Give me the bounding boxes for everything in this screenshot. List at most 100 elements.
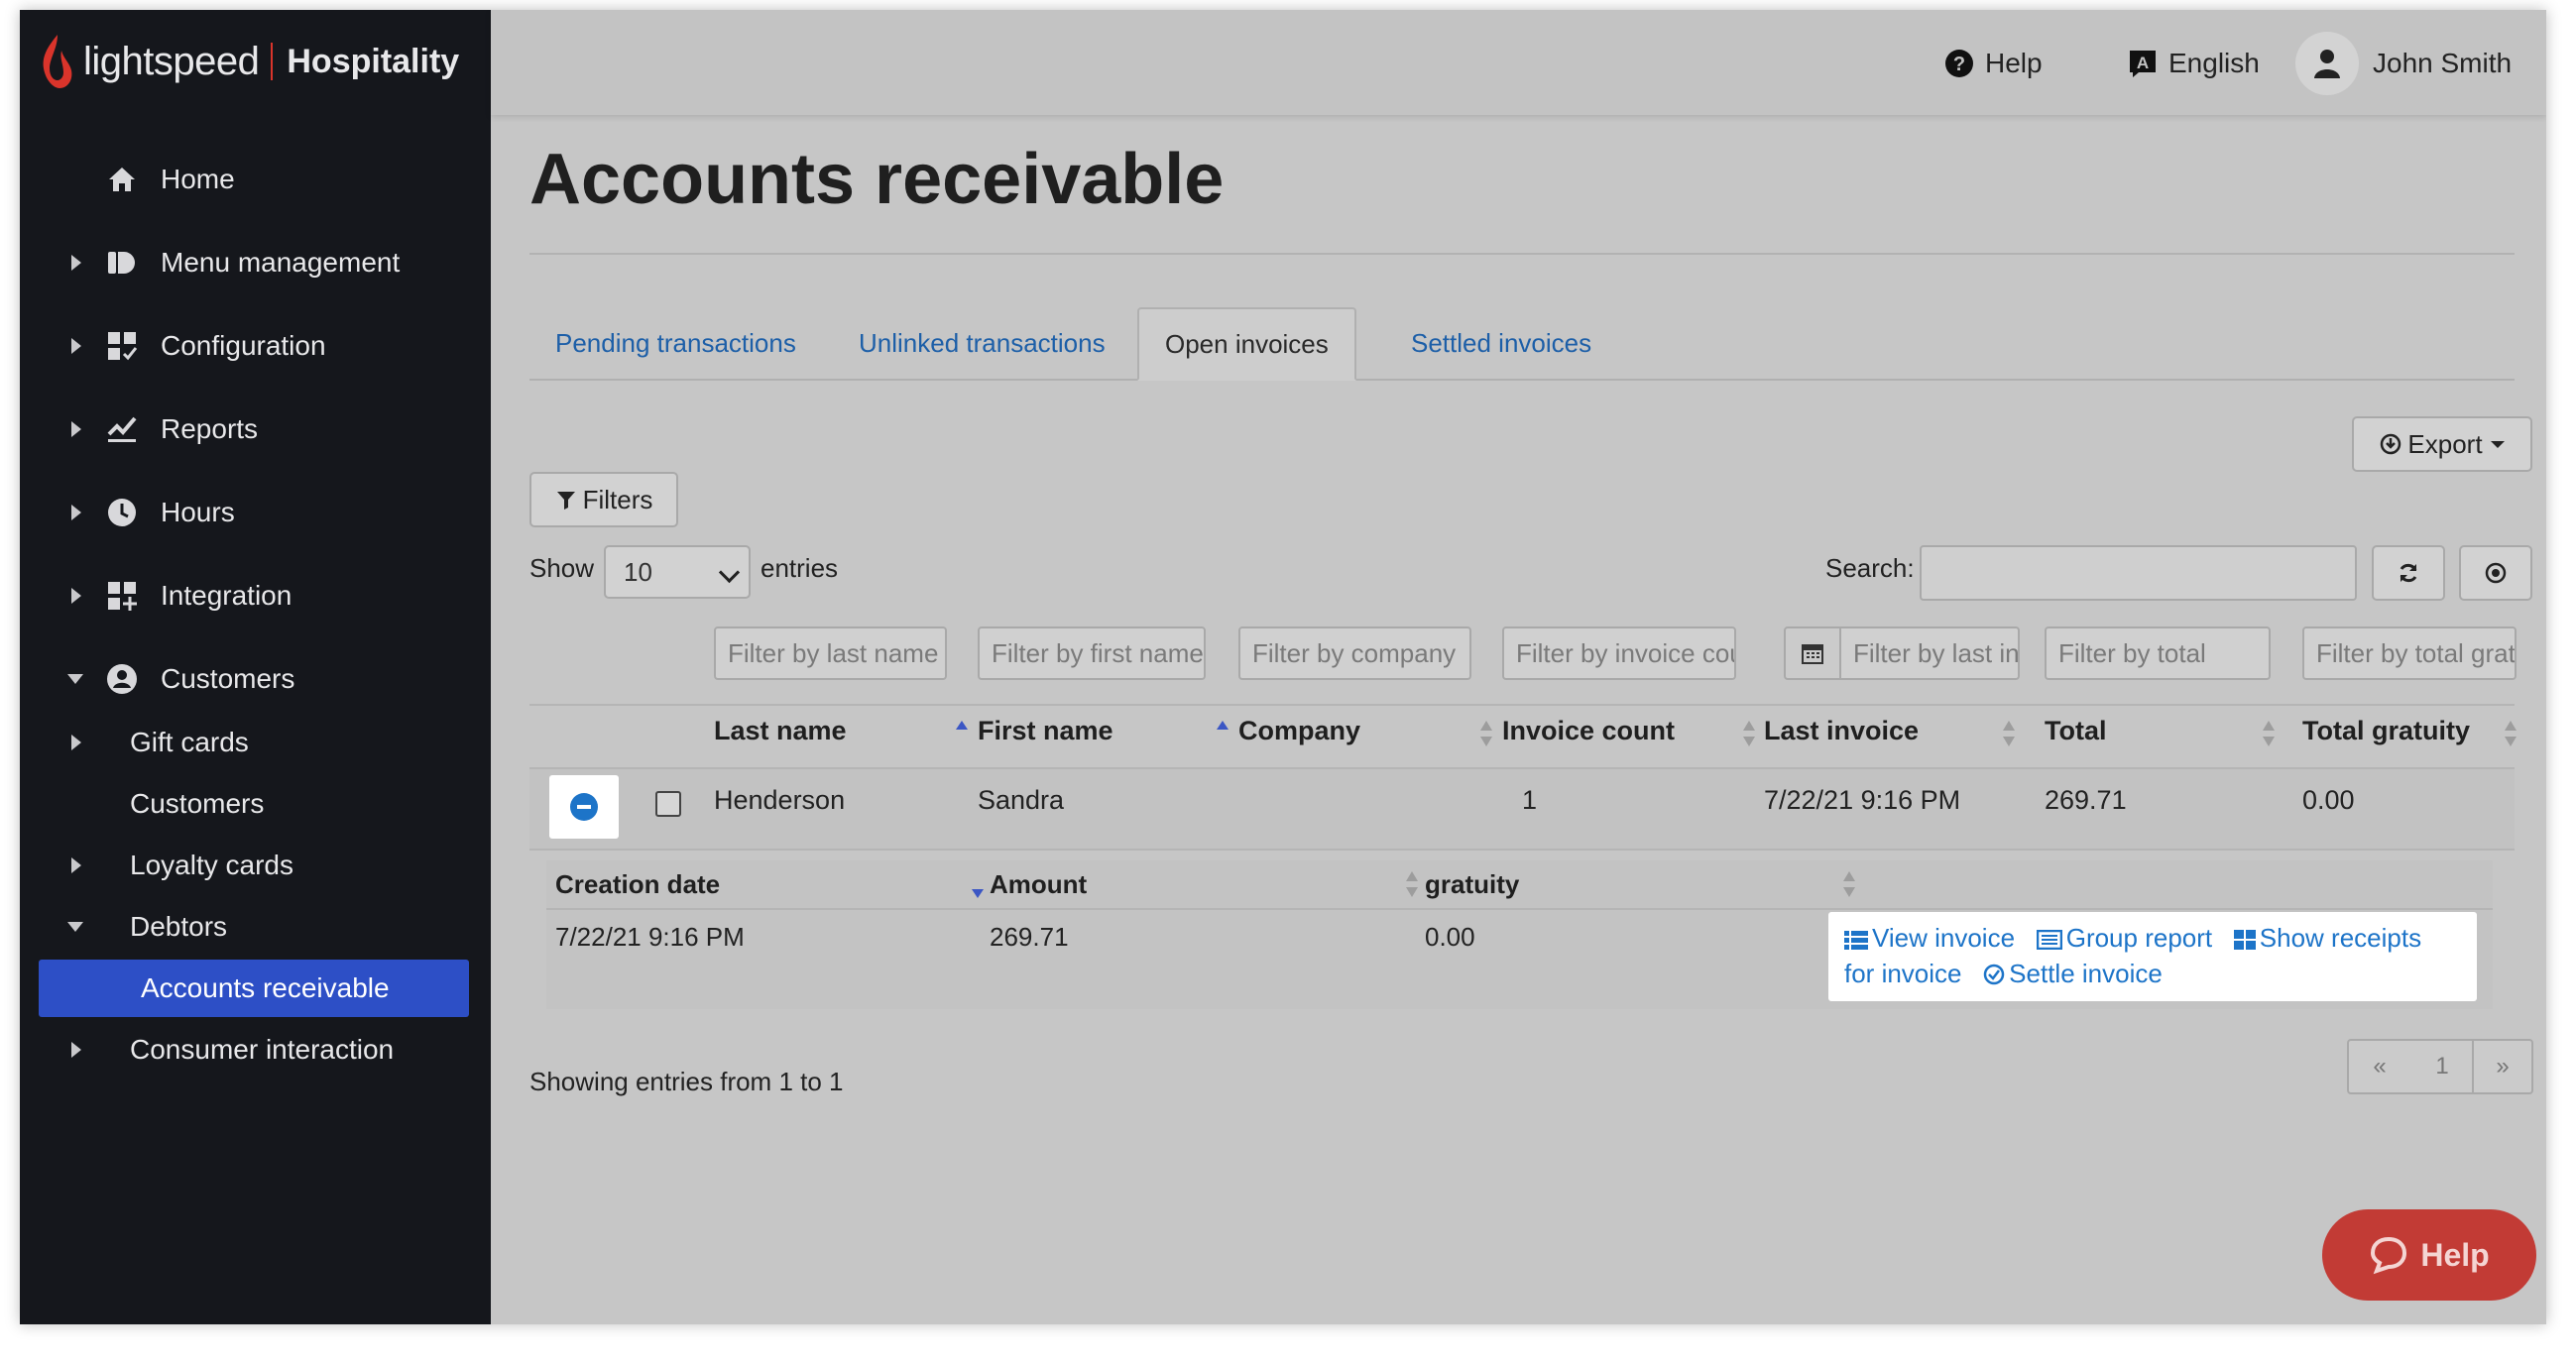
column-header-invoice-count[interactable]: Invoice count bbox=[1502, 716, 1675, 746]
detail-header-creation-date[interactable]: Creation date bbox=[555, 869, 720, 900]
sort-both-icon[interactable] bbox=[1842, 870, 1856, 903]
sort-asc-icon[interactable] bbox=[1216, 720, 1229, 740]
detail-header-amount[interactable]: Amount bbox=[990, 869, 1087, 900]
main-content: ? Help A English John Smith Accounts rec… bbox=[491, 10, 2546, 1324]
invoice-actions: View invoice Group report Show receipts … bbox=[1828, 912, 2477, 1001]
top-bar: ? Help A English John Smith bbox=[491, 10, 2546, 115]
help-link[interactable]: ? Help bbox=[1943, 42, 2043, 85]
avatar bbox=[2295, 32, 2359, 95]
show-receipts-label: Show receipts bbox=[2259, 923, 2422, 953]
sort-both-icon[interactable] bbox=[2504, 720, 2517, 752]
sort-desc-icon[interactable] bbox=[971, 884, 985, 905]
tab-pending-transactions[interactable]: Pending transactions bbox=[529, 307, 822, 379]
title-divider bbox=[529, 253, 2515, 255]
svg-text:?: ? bbox=[1953, 54, 1965, 75]
sidebar-subitem-loyalty-cards[interactable]: Loyalty cards bbox=[20, 837, 491, 894]
cell-total: 269.71 bbox=[2045, 785, 2127, 815]
column-header-total-gratuity[interactable]: Total gratuity bbox=[2302, 716, 2470, 746]
expand-caret-icon bbox=[71, 421, 81, 437]
language-icon: A bbox=[2130, 51, 2156, 77]
tab-open-invoices[interactable]: Open invoices bbox=[1137, 307, 1356, 381]
sidebar-item-reports[interactable]: Reports bbox=[20, 395, 491, 464]
detail-header-gratuity[interactable]: gratuity bbox=[1425, 869, 1519, 900]
reset-button[interactable] bbox=[2459, 545, 2532, 601]
collapse-caret-icon bbox=[67, 922, 83, 932]
user-menu[interactable]: John Smith bbox=[2295, 30, 2512, 97]
sidebar-item-configuration[interactable]: Configuration bbox=[20, 311, 491, 381]
floating-help-button[interactable]: Help bbox=[2322, 1209, 2536, 1301]
settle-invoice-label: Settle invoice bbox=[2009, 959, 2163, 988]
pagination-page-1[interactable]: 1 bbox=[2410, 1039, 2474, 1094]
sidebar-item-menu-management[interactable]: Menu management bbox=[20, 228, 491, 297]
sidebar-subitem-label: Loyalty cards bbox=[130, 850, 293, 880]
export-button[interactable]: Export bbox=[2352, 416, 2532, 472]
filter-total-gratuity-input[interactable]: Filter by total gratuity bbox=[2302, 626, 2517, 680]
row-checkbox[interactable] bbox=[655, 791, 681, 817]
detail-header-divider bbox=[546, 908, 2493, 910]
sidebar-subitem-customers[interactable]: Customers bbox=[20, 775, 491, 833]
app-window: lightspeed Hospitality Home Menu managem… bbox=[20, 10, 2546, 1324]
refresh-button[interactable] bbox=[2372, 545, 2445, 601]
tab-unlinked-transactions[interactable]: Unlinked transactions bbox=[833, 307, 1131, 379]
entries-select[interactable]: 10 bbox=[604, 545, 751, 599]
entries-value: 10 bbox=[624, 556, 652, 587]
filter-first-name-input[interactable]: Filter by first name bbox=[978, 626, 1206, 680]
check-circle-icon bbox=[1983, 964, 2005, 985]
sidebar-subitem-debtors[interactable]: Debtors bbox=[20, 898, 491, 956]
sidebar-item-home[interactable]: Home bbox=[20, 145, 491, 214]
sidebar-item-integration[interactable]: Integration bbox=[20, 561, 491, 630]
show-label: Show bbox=[529, 553, 595, 583]
help-icon: ? bbox=[1945, 50, 1973, 77]
sidebar-subitem-label: Accounts receivable bbox=[141, 972, 390, 1003]
sort-both-icon[interactable] bbox=[1742, 720, 1756, 752]
column-header-first-name[interactable]: First name bbox=[978, 716, 1113, 746]
cell-first-name: Sandra bbox=[978, 785, 1065, 815]
tab-settled-invoices[interactable]: Settled invoices bbox=[1385, 307, 1617, 379]
sidebar-subitem-accounts-receivable[interactable]: Accounts receivable bbox=[39, 960, 469, 1017]
for-invoice-link[interactable]: for invoice bbox=[1844, 959, 1962, 988]
pagination-next[interactable]: » bbox=[2472, 1039, 2533, 1094]
collapse-row-button[interactable] bbox=[549, 775, 619, 839]
filters-button[interactable]: Filters bbox=[529, 472, 678, 527]
sort-both-icon[interactable] bbox=[2262, 720, 2276, 752]
sort-both-icon[interactable] bbox=[1479, 720, 1493, 752]
sidebar-item-customers[interactable]: Customers bbox=[20, 644, 491, 714]
column-header-total[interactable]: Total bbox=[2045, 716, 2107, 746]
group-report-link[interactable]: Group report bbox=[2036, 923, 2212, 953]
search-label: Search: bbox=[1825, 553, 1915, 583]
language-selector[interactable]: A English bbox=[2127, 42, 2260, 85]
search-input[interactable] bbox=[1920, 545, 2357, 601]
showing-entries-text: Showing entries from 1 to 1 bbox=[529, 1067, 844, 1096]
sidebar-subitem-gift-cards[interactable]: Gift cards bbox=[20, 714, 491, 771]
menu-management-icon bbox=[105, 246, 139, 280]
sidebar-item-label: Integration bbox=[161, 580, 293, 611]
column-header-company[interactable]: Company bbox=[1238, 716, 1360, 746]
filter-last-name-input[interactable]: Filter by last name bbox=[714, 626, 947, 680]
detail-cell-creation-date: 7/22/21 9:16 PM bbox=[555, 922, 745, 952]
sidebar-item-hours[interactable]: Hours bbox=[20, 478, 491, 547]
settle-invoice-link[interactable]: Settle invoice bbox=[1983, 959, 2163, 988]
pagination-previous[interactable]: « bbox=[2347, 1039, 2412, 1094]
filter-invoice-count-input[interactable]: Filter by invoice count bbox=[1502, 626, 1736, 680]
sidebar-subitem-consumer-interaction[interactable]: Consumer interaction bbox=[20, 1021, 491, 1079]
minus-circle-icon bbox=[570, 793, 598, 821]
column-header-last-name[interactable]: Last name bbox=[714, 716, 847, 746]
logo-text: lightspeed bbox=[83, 39, 260, 83]
show-receipts-link[interactable]: Show receipts bbox=[2233, 923, 2422, 953]
logo[interactable]: lightspeed Hospitality bbox=[38, 32, 459, 91]
sidebar: lightspeed Hospitality Home Menu managem… bbox=[20, 10, 491, 1324]
sort-asc-icon[interactable] bbox=[955, 720, 969, 740]
sort-both-icon[interactable] bbox=[2002, 720, 2016, 752]
calendar-icon bbox=[1802, 644, 1823, 664]
customer-icon bbox=[105, 662, 139, 696]
filter-company-input[interactable]: Filter by company bbox=[1238, 626, 1471, 680]
cell-last-invoice: 7/22/21 9:16 PM bbox=[1764, 785, 1961, 815]
filters-label: Filters bbox=[582, 484, 653, 514]
sort-both-icon[interactable] bbox=[1405, 870, 1419, 903]
view-invoice-link[interactable]: View invoice bbox=[1844, 923, 2015, 953]
filter-last-invoice-input[interactable]: Filter by last invoice bbox=[1839, 626, 2020, 680]
date-picker-button[interactable] bbox=[1784, 626, 1841, 680]
column-header-last-invoice[interactable]: Last invoice bbox=[1764, 716, 1919, 746]
help-label: Help bbox=[1985, 48, 2043, 78]
filter-total-input[interactable]: Filter by total bbox=[2045, 626, 2271, 680]
